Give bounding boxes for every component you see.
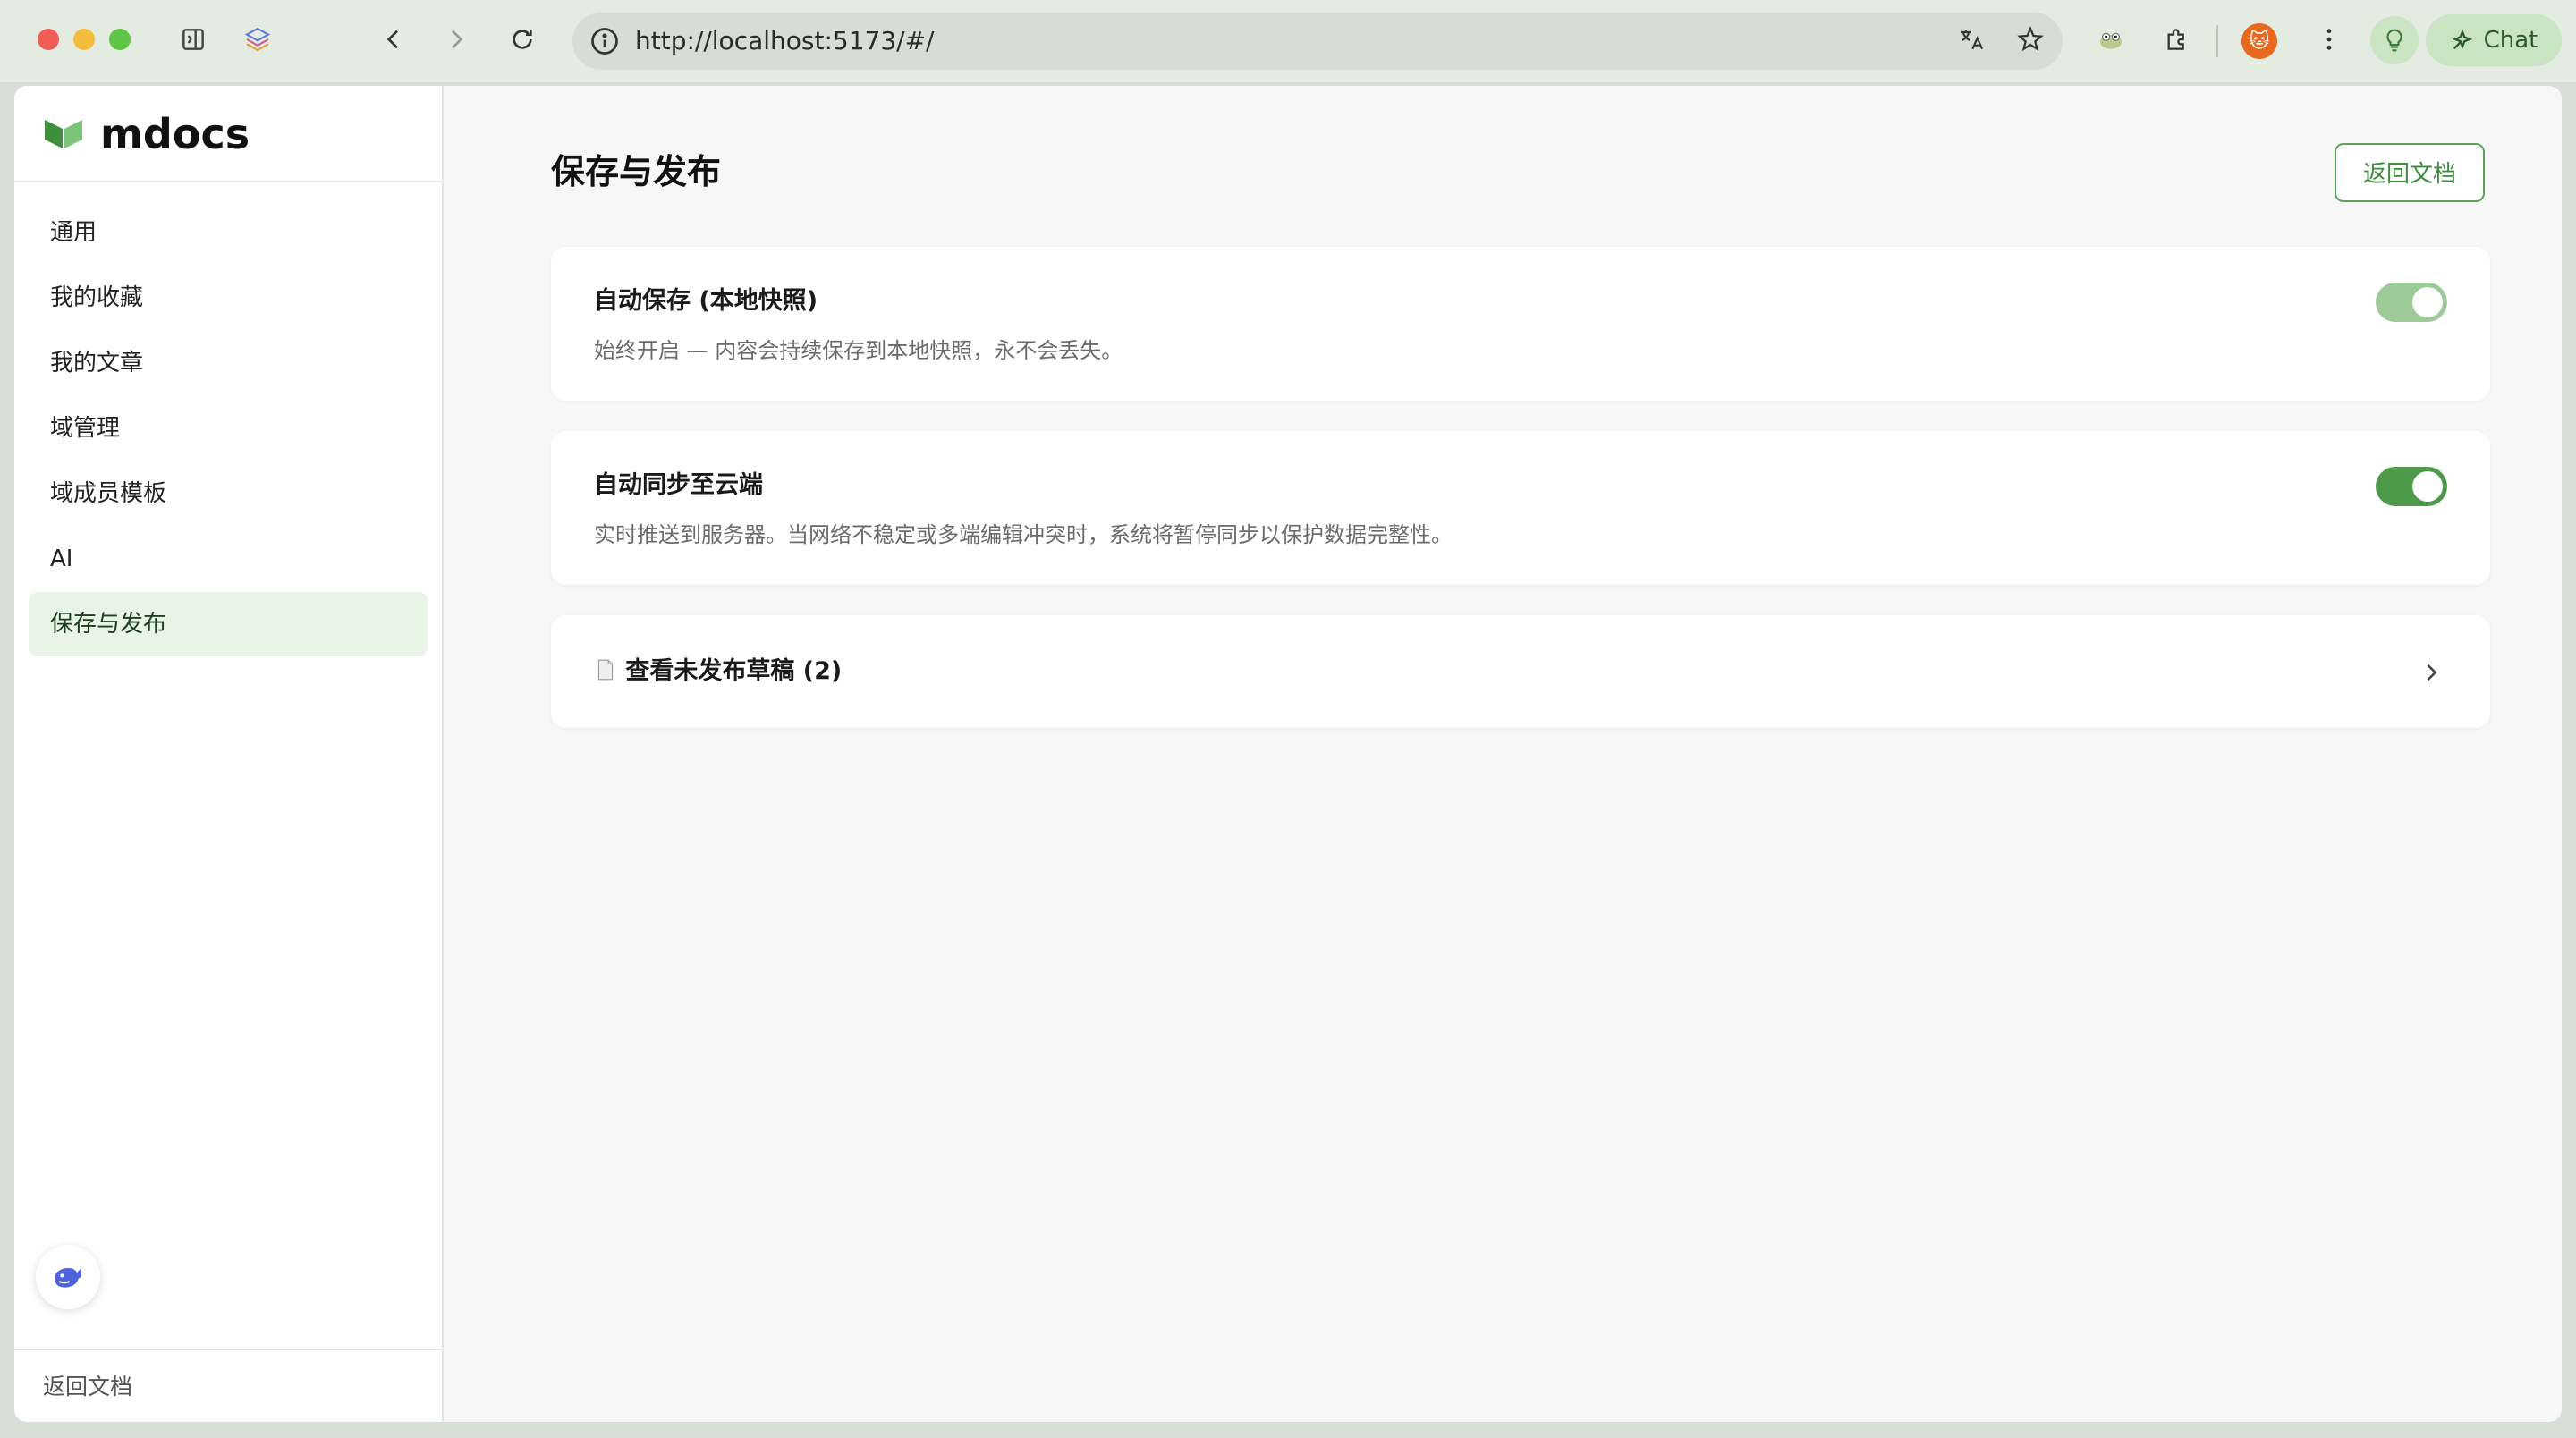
document-icon — [597, 659, 614, 681]
cloud-sync-title: 自动同步至云端 — [594, 471, 763, 499]
site-info-icon[interactable] — [589, 25, 621, 57]
drafts-label-text: 查看未发布草稿 (2) — [625, 657, 843, 685]
browser-toolbar: http://localhost:5173/#/ 🐱 Chat — [0, 0, 2576, 82]
app-window: mdocs 通用 我的收藏 我的文章 域管理 域成员模板 AI 保存与发布 返回… — [14, 86, 2562, 1422]
main-content: 保存与发布 返回文档 自动保存 (本地快照) 始终开启 — 内容会持续保存到本地… — [444, 86, 2562, 1422]
sidebar-toggle-icon[interactable] — [175, 21, 211, 57]
translate-icon[interactable] — [1953, 21, 1989, 57]
sidebar-footer: 返回文档 — [14, 1349, 442, 1422]
profile-avatar-icon[interactable]: 🐱 — [2241, 23, 2277, 59]
toolbar-separator — [2216, 25, 2218, 57]
settings-nav: 通用 我的收藏 我的文章 域管理 域成员模板 AI 保存与发布 — [29, 200, 428, 657]
close-window-button[interactable] — [38, 29, 59, 50]
nav-item-save-and-publish[interactable]: 保存与发布 — [29, 592, 428, 656]
chevron-right-icon — [2427, 664, 2437, 681]
autosave-description: 始终开启 — 内容会持续保存到本地快照，永不会丢失。 — [594, 338, 1123, 363]
lightbulb-icon[interactable] — [2370, 16, 2419, 64]
more-menu-icon[interactable] — [2311, 21, 2347, 57]
drafts-label: 查看未发布草稿 (2) — [594, 615, 842, 728]
nav-item-domain-member-templates[interactable]: 域成员模板 — [29, 461, 428, 526]
nav-item-domain-management[interactable]: 域管理 — [29, 396, 428, 461]
toggle-knob — [2412, 471, 2443, 502]
return-to-docs-button[interactable]: 返回文档 — [2334, 143, 2485, 202]
bookmark-star-icon[interactable] — [2012, 21, 2048, 57]
nav-item-ai[interactable]: AI — [29, 527, 428, 591]
toggle-knob — [2412, 287, 2443, 317]
nav-item-favorites[interactable]: 我的收藏 — [29, 266, 428, 330]
cloud-sync-card: 自动同步至云端 实时推送到服务器。当网络不稳定或多端编辑冲突时，系统将暂停同步以… — [551, 431, 2490, 585]
reload-icon[interactable] — [504, 21, 540, 57]
nav-item-general[interactable]: 通用 — [29, 200, 428, 265]
whale-icon — [55, 1268, 81, 1288]
frog-extension-icon[interactable] — [2093, 21, 2129, 57]
sidebar-back-to-docs-link[interactable]: 返回文档 — [43, 1350, 132, 1422]
mdocs-logo-icon — [45, 120, 82, 148]
nav-item-my-articles[interactable]: 我的文章 — [29, 331, 428, 395]
brand-name: mdocs — [100, 110, 250, 158]
extensions-puzzle-icon[interactable] — [2159, 21, 2195, 57]
sidebar: mdocs 通用 我的收藏 我的文章 域管理 域成员模板 AI 保存与发布 返回… — [14, 86, 444, 1422]
layers-extension-icon[interactable] — [240, 21, 275, 57]
forward-arrow-icon[interactable] — [438, 21, 474, 57]
assistant-whale-button[interactable] — [36, 1245, 100, 1309]
chat-sparkle-icon — [2452, 29, 2472, 50]
autosave-toggle[interactable] — [2376, 283, 2447, 322]
brand-header: mdocs — [14, 86, 442, 182]
cloud-sync-description: 实时推送到服务器。当网络不稳定或多端编辑冲突时，系统将暂停同步以保护数据完整性。 — [594, 522, 1453, 547]
unpublished-drafts-row[interactable]: 查看未发布草稿 (2) — [551, 615, 2490, 728]
maximize-window-button[interactable] — [109, 29, 131, 50]
chat-button[interactable]: Chat — [2426, 14, 2562, 66]
back-arrow-icon[interactable] — [376, 21, 411, 57]
address-bar[interactable]: http://localhost:5173/#/ — [572, 13, 2063, 70]
url-text: http://localhost:5173/#/ — [635, 26, 935, 55]
chat-button-label: Chat — [2483, 27, 2538, 54]
page-title: 保存与发布 — [551, 152, 722, 191]
cloud-sync-toggle[interactable] — [2376, 467, 2447, 506]
autosave-card: 自动保存 (本地快照) 始终开启 — 内容会持续保存到本地快照，永不会丢失。 — [551, 247, 2490, 401]
autosave-title: 自动保存 (本地快照) — [594, 287, 818, 315]
minimize-window-button[interactable] — [73, 29, 95, 50]
